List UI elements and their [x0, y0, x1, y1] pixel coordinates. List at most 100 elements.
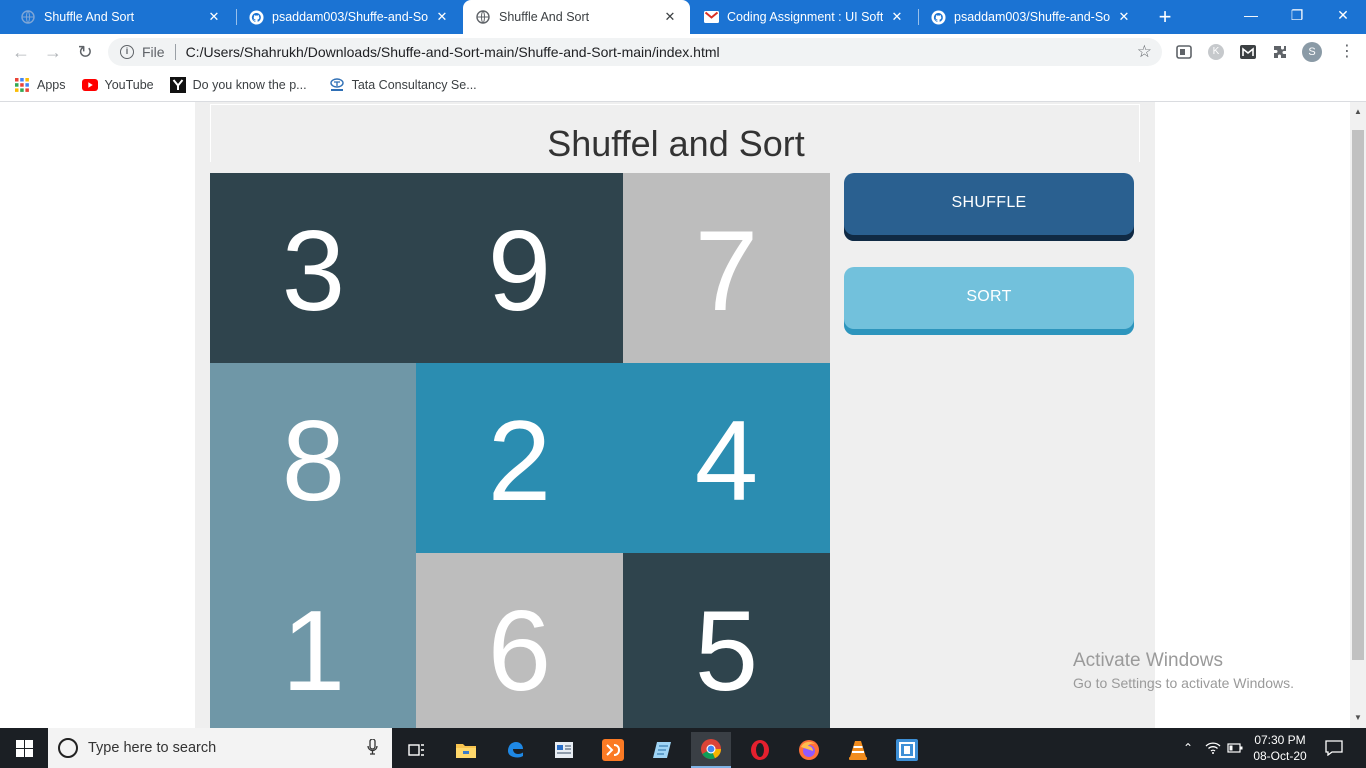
page-scrollbar[interactable]: ▲ ▼: [1350, 102, 1366, 728]
minimize-icon[interactable]: —: [1228, 0, 1274, 32]
notification-icon[interactable]: [1322, 728, 1346, 768]
restore-icon[interactable]: ❐: [1274, 0, 1320, 32]
y-icon: [169, 77, 186, 93]
extensions-puzzle-icon[interactable]: [1270, 42, 1290, 62]
clock-time: 07:30 PM: [1254, 733, 1306, 747]
bookmark-apps[interactable]: Apps: [14, 77, 66, 93]
tab-1[interactable]: Shuffle And Sort ✕: [8, 2, 234, 32]
bookmark-do-you-know[interactable]: Do you know the p...: [169, 77, 307, 93]
extension-k-icon[interactable]: K: [1206, 42, 1226, 62]
store-news-icon[interactable]: [544, 732, 584, 768]
search-placeholder: Type here to search: [88, 740, 217, 756]
card-7: 1: [210, 553, 417, 728]
tab-3-active[interactable]: Shuffle And Sort ✕: [463, 0, 690, 34]
tab-4[interactable]: Coding Assignment : UI Softwa ✕: [691, 2, 917, 32]
back-arrow-icon[interactable]: ←: [8, 40, 34, 64]
firefox-icon[interactable]: [789, 732, 829, 768]
bookmark-label: Tata Consultancy Se...: [351, 78, 477, 92]
tray-chevron-up-icon[interactable]: ⌃: [1178, 728, 1198, 768]
extension-k-label: K: [1208, 44, 1224, 60]
chrome-icon[interactable]: [691, 732, 731, 768]
scroll-down-icon[interactable]: ▼: [1350, 710, 1366, 726]
watermark-title: Activate Windows: [1073, 650, 1223, 671]
globe-icon: [20, 9, 36, 25]
card-6: 4: [623, 363, 830, 553]
clock-date: 08-Oct-20: [1253, 749, 1307, 763]
bookmarks-bar: Apps YouTube Do you know the p... Tata C…: [0, 70, 1366, 100]
wifi-icon[interactable]: [1203, 728, 1223, 768]
tab-title: Shuffle And Sort: [44, 10, 135, 24]
vlc-icon[interactable]: [838, 732, 878, 768]
shuffle-button[interactable]: SHUFFLE: [844, 173, 1134, 241]
page-title: Shuffel and Sort: [547, 123, 805, 164]
new-tab-icon[interactable]: +: [1152, 4, 1178, 30]
address-bar[interactable]: i File C:/Users/Shahrukh/Downloads/Shuff…: [108, 38, 1162, 66]
card-grid: 3 9 7 8 2 4 1 6 5: [210, 173, 830, 728]
browser-toolbar: ← → ↻ i File C:/Users/Shahrukh/Downloads…: [0, 34, 1366, 70]
xampp-icon[interactable]: [593, 732, 633, 768]
close-icon[interactable]: ✕: [889, 9, 905, 25]
github-icon: [930, 9, 946, 25]
activate-windows-watermark: Activate Windows Go to Settings to activ…: [1073, 650, 1294, 691]
card-8: 6: [416, 553, 623, 728]
card-3: 7: [623, 173, 830, 363]
tab-2[interactable]: psaddam003/Shuffe-and-Sort ✕: [236, 2, 462, 32]
scrollbar-thumb[interactable]: [1352, 130, 1364, 660]
cortana-circle-icon: [58, 738, 78, 758]
card-5: 2: [416, 363, 623, 553]
reload-icon[interactable]: ↻: [72, 40, 98, 64]
app-container: Shuffel and Sort 3 9 7 8 2 4 1 6 5 SHUFF…: [195, 102, 1155, 728]
taskbar-search-box[interactable]: Type here to search: [48, 728, 392, 768]
page-header: Shuffel and Sort: [210, 104, 1140, 164]
profile-avatar[interactable]: S: [1302, 42, 1322, 62]
tab-5[interactable]: psaddam003/Shuffe-and-Sort ✕: [918, 2, 1144, 32]
extension-m-icon[interactable]: [1238, 42, 1258, 62]
close-icon[interactable]: ✕: [662, 9, 678, 25]
tata-icon: [329, 77, 345, 93]
bookmark-label: YouTube: [104, 78, 154, 92]
windows-taskbar: Type here to search ⌃ 07:30 PM 08-Oct-20: [0, 728, 1366, 768]
card-2: 9: [416, 173, 623, 363]
youtube-icon: [81, 77, 98, 93]
globe-icon: [475, 9, 491, 25]
card-1: 3: [210, 173, 417, 363]
scroll-up-icon[interactable]: ▲: [1350, 104, 1366, 120]
scheme-label: File: [142, 44, 165, 60]
gmail-icon: [703, 9, 719, 25]
edge-icon[interactable]: [495, 732, 535, 768]
sort-button[interactable]: SORT: [844, 267, 1134, 335]
battery-icon[interactable]: [1225, 728, 1245, 768]
close-icon[interactable]: ✕: [206, 9, 222, 25]
apps-grid-icon: [14, 77, 30, 93]
bookmark-star-icon[interactable]: ☆: [1137, 42, 1152, 62]
close-icon[interactable]: ✕: [1116, 9, 1132, 25]
forward-arrow-icon[interactable]: →: [40, 40, 66, 64]
task-view-icon[interactable]: [397, 732, 437, 768]
file-explorer-icon[interactable]: [446, 732, 486, 768]
microphone-icon[interactable]: [367, 737, 378, 758]
card-9: 5: [623, 553, 830, 728]
card-4: 8: [210, 363, 417, 553]
close-window-icon[interactable]: ✕: [1320, 0, 1366, 32]
tab-title: Coding Assignment : UI Softwa: [727, 10, 883, 24]
extension-reader-icon[interactable]: [1174, 42, 1194, 62]
menu-kebab-icon[interactable]: ⋮: [1334, 40, 1360, 64]
info-icon[interactable]: i: [120, 45, 134, 59]
opera-icon[interactable]: [740, 732, 780, 768]
github-icon: [248, 9, 264, 25]
tab-title: Shuffle And Sort: [499, 10, 590, 24]
watermark-subtitle: Go to Settings to activate Windows.: [1073, 675, 1294, 691]
tab-strip: Shuffle And Sort ✕ psaddam003/Shuffe-and…: [0, 0, 1366, 34]
close-icon[interactable]: ✕: [434, 9, 450, 25]
url-text[interactable]: C:/Users/Shahrukh/Downloads/Shuffe-and-S…: [186, 44, 720, 60]
bookmark-tata[interactable]: Tata Consultancy Se...: [329, 77, 477, 93]
bookmark-youtube[interactable]: YouTube: [81, 77, 154, 93]
divider: [174, 44, 176, 60]
bookmark-label: Do you know the p...: [192, 78, 307, 92]
notepad-icon[interactable]: [642, 732, 682, 768]
windows-start-icon[interactable]: [0, 728, 48, 768]
bookmark-label: Apps: [37, 78, 66, 92]
app-icon[interactable]: [887, 732, 927, 768]
tab-title: psaddam003/Shuffe-and-Sort: [272, 10, 428, 24]
system-clock[interactable]: 07:30 PM 08-Oct-20: [1246, 732, 1314, 764]
